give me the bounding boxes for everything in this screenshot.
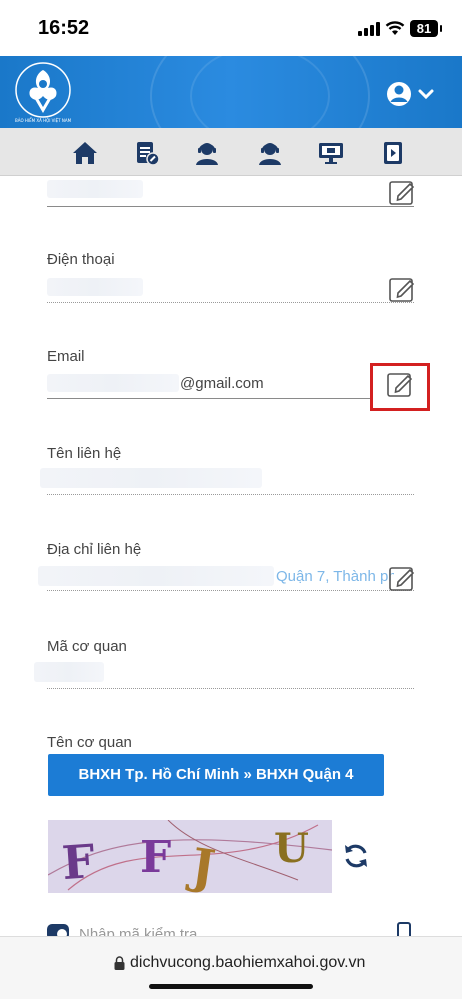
- contact-address-redacted: [38, 566, 274, 586]
- svg-text:J: J: [184, 838, 218, 893]
- profile-form: Điện thoại Email @gmail.com Tên liên hệ …: [0, 0, 462, 999]
- svg-text:F: F: [140, 832, 171, 883]
- browser-url-bar[interactable]: dichvucong.baohiemxahoi.gov.vn: [0, 936, 462, 999]
- contact-address-label: Địa chỉ liên hệ: [47, 541, 142, 558]
- field-underline: [47, 398, 373, 399]
- email-user-redacted: [47, 374, 179, 392]
- email-label: Email: [47, 348, 85, 365]
- lock-icon: [114, 956, 125, 970]
- highlight-box: [370, 363, 430, 411]
- svg-text:U: U: [274, 825, 309, 872]
- contact-name-redacted[interactable]: [40, 468, 262, 488]
- email-value[interactable]: @gmail.com: [180, 375, 264, 392]
- refresh-captcha-icon[interactable]: [342, 842, 370, 870]
- agency-code-label: Mã cơ quan: [47, 638, 127, 655]
- phone-label: Điện thoại: [47, 251, 115, 268]
- agency-name-label: Tên cơ quan: [47, 734, 132, 751]
- field-underline: [47, 688, 414, 689]
- field-underline: [47, 206, 414, 207]
- redacted-value: [47, 180, 143, 198]
- edit-phone-icon[interactable]: [388, 275, 416, 303]
- field-underline: [47, 302, 414, 303]
- phone-value-redacted[interactable]: [47, 278, 143, 296]
- field-underline: [47, 590, 414, 591]
- contact-name-label: Tên liên hệ: [47, 445, 122, 462]
- home-indicator[interactable]: [149, 984, 313, 989]
- edit-icon[interactable]: [388, 178, 416, 206]
- svg-text:F: F: [60, 834, 97, 890]
- edit-address-icon[interactable]: [388, 564, 416, 592]
- captcha-image: F F J U: [48, 820, 332, 893]
- agency-name-button[interactable]: BHXH Tp. Hồ Chí Minh » BHXH Quận 4: [48, 754, 384, 796]
- url-text[interactable]: dichvucong.baohiemxahoi.gov.vn: [130, 954, 365, 972]
- field-underline: [47, 494, 414, 495]
- contact-address-value[interactable]: Quận 7, Thành ph: [276, 568, 394, 585]
- agency-code-redacted: [34, 662, 104, 682]
